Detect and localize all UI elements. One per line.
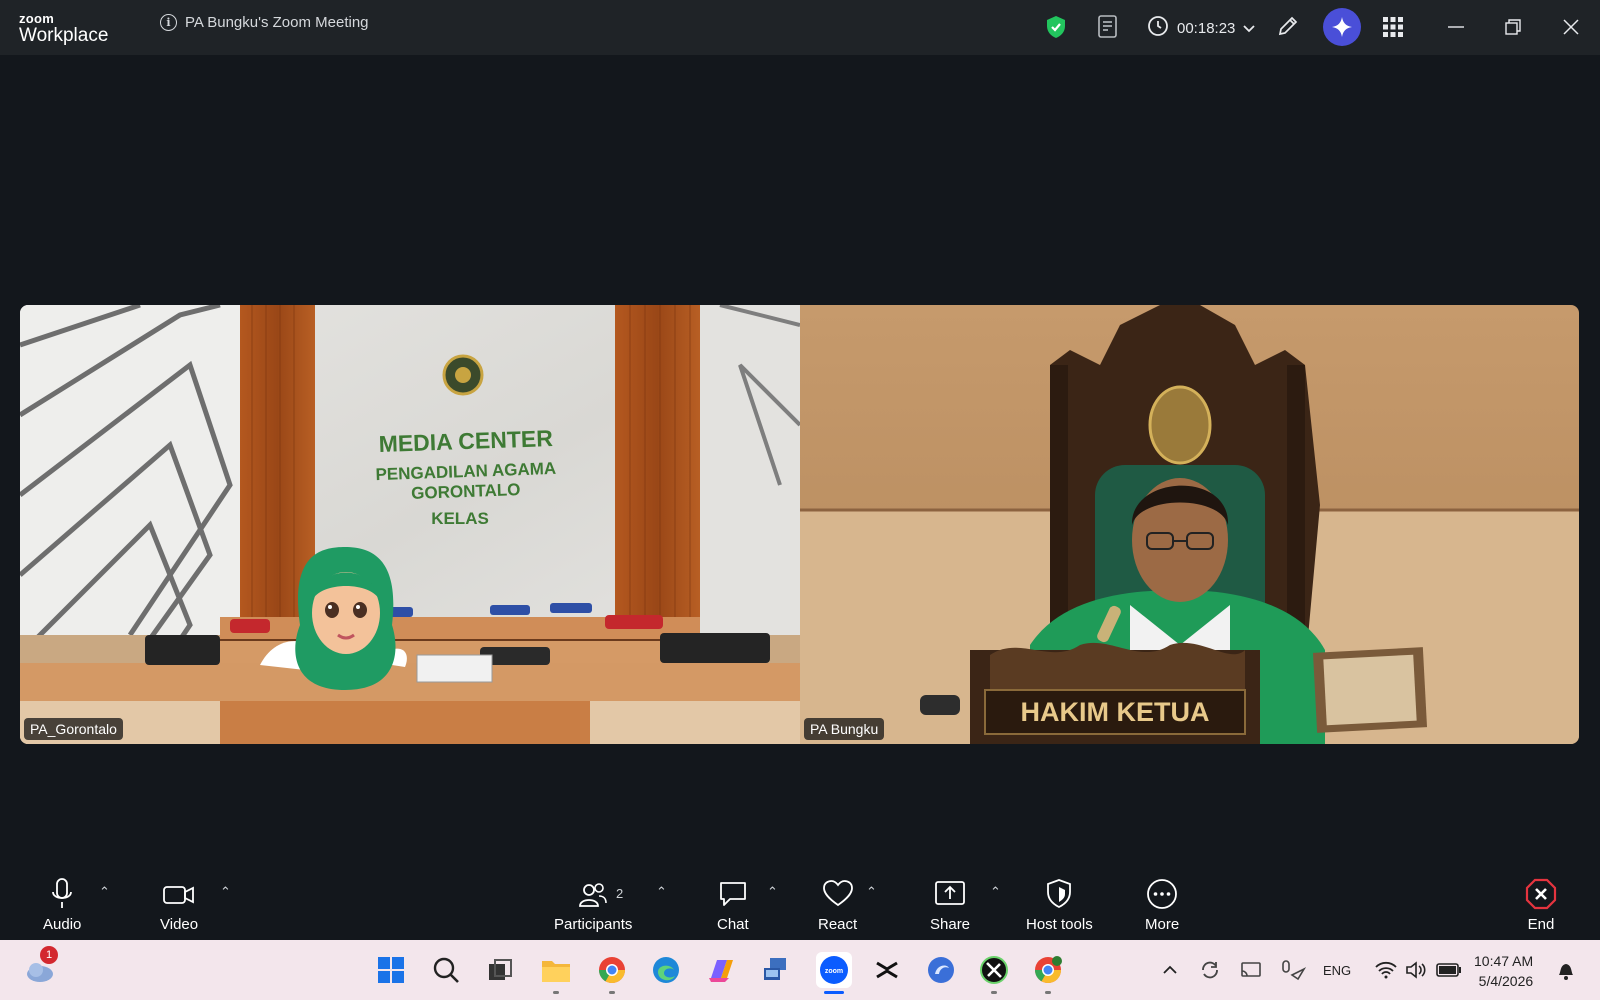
cast-icon[interactable] [1240, 940, 1262, 1000]
apps-grid-icon[interactable] [1383, 17, 1403, 42]
windows-start-icon[interactable] [375, 954, 407, 986]
share-options-caret-icon[interactable]: ⌃ [990, 884, 1001, 900]
mic-location-icon[interactable] [1280, 940, 1306, 1000]
clock-date: 5/4/2026 [1478, 973, 1534, 989]
notification-bell-icon[interactable] [1556, 940, 1576, 1000]
running-indicator [991, 991, 997, 994]
video-label: Video [160, 916, 199, 933]
restore-button[interactable] [1500, 14, 1526, 40]
host-tools-button[interactable]: Host tools [1026, 878, 1093, 933]
running-indicator [1045, 991, 1051, 994]
telegram-style-app-icon[interactable] [925, 954, 957, 986]
meeting-timer[interactable]: 00:18:23 [1147, 15, 1256, 41]
share-button[interactable]: Share [930, 878, 970, 933]
minimize-button[interactable] [1443, 14, 1469, 40]
host-shield-icon [1047, 879, 1072, 909]
file-explorer-icon[interactable] [540, 954, 572, 986]
windows-taskbar: 1 zoom ENG 10:47 AM 5/4/2026 [0, 940, 1600, 1000]
camera-icon [163, 886, 194, 904]
heart-icon [822, 880, 853, 907]
courtroom-judge-video: HAKIM KETUA [800, 305, 1579, 744]
inkscape-style-app-icon[interactable] [978, 954, 1010, 986]
participants-label: Participants [554, 916, 633, 933]
ai-companion-button[interactable] [1323, 8, 1361, 46]
volume-icon[interactable] [1405, 940, 1427, 1000]
chat-button[interactable]: Chat [717, 878, 749, 933]
share-label: Share [930, 916, 971, 933]
video-tile-pa-bungku[interactable]: HAKIM KETUA PA Bungku [800, 305, 1579, 744]
participants-icon [579, 883, 607, 907]
encryption-shield-icon[interactable] [1045, 15, 1067, 44]
participants-count: 2 [616, 886, 624, 901]
host-tools-label: Host tools [1026, 916, 1093, 933]
sync-icon[interactable] [1199, 940, 1221, 1000]
logo-zoom-text: zoom [19, 11, 55, 26]
more-dots-icon [1147, 879, 1177, 909]
end-x-icon [1525, 878, 1557, 910]
audio-label: Audio [43, 916, 82, 933]
react-options-caret-icon[interactable]: ⌃ [866, 884, 877, 900]
transcript-icon[interactable] [1097, 14, 1119, 45]
capcut-icon[interactable] [871, 954, 903, 986]
react-label: React [818, 916, 858, 933]
video-button[interactable]: Video [160, 878, 198, 933]
clock-time: 10:47 AM [1474, 953, 1534, 969]
wifi-icon[interactable] [1375, 940, 1397, 1000]
running-indicator [609, 991, 615, 994]
meeting-title: PA Bungku's Zoom Meeting [185, 14, 369, 31]
react-button[interactable]: React [818, 878, 857, 933]
sign-gorontalo: GORONTALO [411, 480, 521, 503]
desk-plate-text: HAKIM KETUA [1021, 697, 1210, 727]
annotate-pencil-icon[interactable] [1276, 14, 1300, 43]
zoom-workplace-logo: zoom Workplace [19, 12, 108, 45]
audio-button[interactable]: Audio [43, 878, 81, 933]
title-bar: zoom Workplace i PA Bungku's Zoom Meetin… [0, 0, 1600, 55]
weather-widget-icon[interactable]: 1 [24, 946, 58, 986]
edge-icon[interactable] [650, 954, 682, 986]
clock-icon [1147, 15, 1169, 41]
video-options-caret-icon[interactable]: ⌃ [220, 884, 231, 900]
participant-name-tag: PA_Gorontalo [24, 718, 123, 740]
copilot-icon[interactable] [705, 954, 737, 986]
chat-bubble-icon [719, 882, 746, 906]
chrome-profile-icon[interactable] [1032, 954, 1064, 986]
weather-badge: 1 [40, 946, 58, 964]
timer-value: 00:18:23 [1177, 19, 1236, 37]
chat-label: Chat [717, 916, 749, 933]
logo-workplace-text: Workplace [19, 25, 109, 46]
svg-text:zoom: zoom [825, 968, 843, 975]
more-label: More [1145, 916, 1180, 933]
sign-kelas: KELAS [431, 509, 489, 528]
end-meeting-button[interactable]: End [1525, 878, 1557, 933]
media-center-room-video: MEDIA CENTER PENGADILAN AGAMA GORONTALO … [20, 305, 800, 744]
input-language[interactable]: ENG [1323, 940, 1351, 1000]
chrome-icon[interactable] [596, 954, 628, 986]
battery-icon[interactable] [1436, 940, 1462, 1000]
show-hidden-icons-chevron-icon[interactable] [1163, 940, 1177, 1000]
task-view-icon[interactable] [484, 954, 516, 986]
sparkle-icon [1332, 17, 1352, 37]
info-icon[interactable]: i [160, 14, 177, 31]
end-label: End [1527, 916, 1555, 933]
participant-name-tag: PA Bungku [804, 718, 885, 740]
search-icon[interactable] [430, 954, 462, 986]
video-gallery: MEDIA CENTER PENGADILAN AGAMA GORONTALO … [0, 55, 1600, 866]
participants-options-caret-icon[interactable]: ⌃ [656, 884, 667, 900]
chevron-down-icon[interactable] [1243, 20, 1256, 37]
meeting-controls: Audio ⌃ Video ⌃ Participants 2 ⌃ Chat ⌃ … [0, 866, 1600, 940]
running-indicator [553, 991, 559, 994]
taskbar-clock[interactable]: 10:47 AM 5/4/2026 [1474, 951, 1533, 991]
share-screen-icon [935, 881, 965, 905]
audio-options-caret-icon[interactable]: ⌃ [99, 884, 110, 900]
zoom-taskbar-icon[interactable]: zoom [816, 952, 852, 988]
active-indicator [824, 991, 844, 994]
video-tile-pa-gorontalo[interactable]: MEDIA CENTER PENGADILAN AGAMA GORONTALO … [20, 305, 800, 744]
more-button[interactable]: More [1145, 878, 1179, 933]
microphone-icon [52, 878, 73, 908]
meeting-info[interactable]: i PA Bungku's Zoom Meeting [160, 14, 369, 31]
chat-options-caret-icon[interactable]: ⌃ [767, 884, 778, 900]
remote-desktop-icon[interactable] [760, 954, 792, 986]
close-button[interactable] [1558, 14, 1584, 40]
